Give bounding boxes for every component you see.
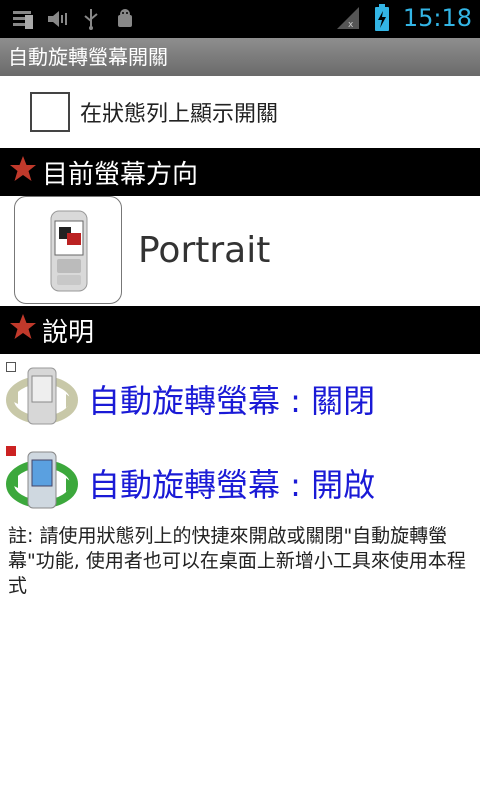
rotation-off-label: 自動旋轉螢幕 : 關閉 [88, 382, 376, 420]
signal-icon: x [335, 5, 361, 31]
system-icons: x 15:18 [335, 4, 472, 32]
show-in-statusbar-checkbox[interactable] [30, 92, 70, 132]
help-note: 註: 請使用狀態列上的快捷來開啟或關閉"自動旋轉螢幕"功能, 使用者也可以在桌面… [8, 525, 466, 597]
svg-text:x: x [348, 20, 354, 30]
orientation-section-header: 目前螢幕方向 [0, 148, 480, 196]
show-in-statusbar-label: 在狀態列上顯示開關 [80, 102, 279, 127]
star-icon [8, 154, 38, 191]
notification-icons [10, 6, 138, 32]
app-title: 自動旋轉螢幕開關 [8, 45, 168, 69]
rotation-off-icon [4, 360, 80, 432]
help-item-rotation-off: 自動旋轉螢幕 : 關閉 [0, 356, 480, 436]
help-section-header: 說明 [0, 306, 480, 354]
star-icon [8, 312, 38, 349]
battery-charging-icon [369, 4, 395, 31]
usb-icon [78, 6, 104, 32]
orientation-value: Portrait [138, 230, 271, 271]
notification-icon [10, 6, 36, 32]
show-in-statusbar-setting[interactable]: 在狀態列上顯示開關 [0, 76, 480, 148]
phone-portrait-icon [14, 196, 122, 304]
rotation-on-icon [4, 444, 80, 516]
clock: 15:18 [402, 4, 472, 32]
help-section-title: 說明 [42, 317, 95, 348]
rotation-on-label: 自動旋轉螢幕 : 開啟 [88, 466, 376, 504]
app-title-bar: 自動旋轉螢幕開關 [0, 38, 480, 76]
orientation-section-title: 目前螢幕方向 [42, 159, 199, 190]
volume-muted-icon [44, 6, 70, 32]
current-orientation-row: Portrait [0, 196, 480, 306]
android-debug-icon [112, 6, 138, 32]
help-item-rotation-on: 自動旋轉螢幕 : 開啟 [0, 440, 480, 520]
status-bar: x 15:18 [0, 0, 480, 38]
